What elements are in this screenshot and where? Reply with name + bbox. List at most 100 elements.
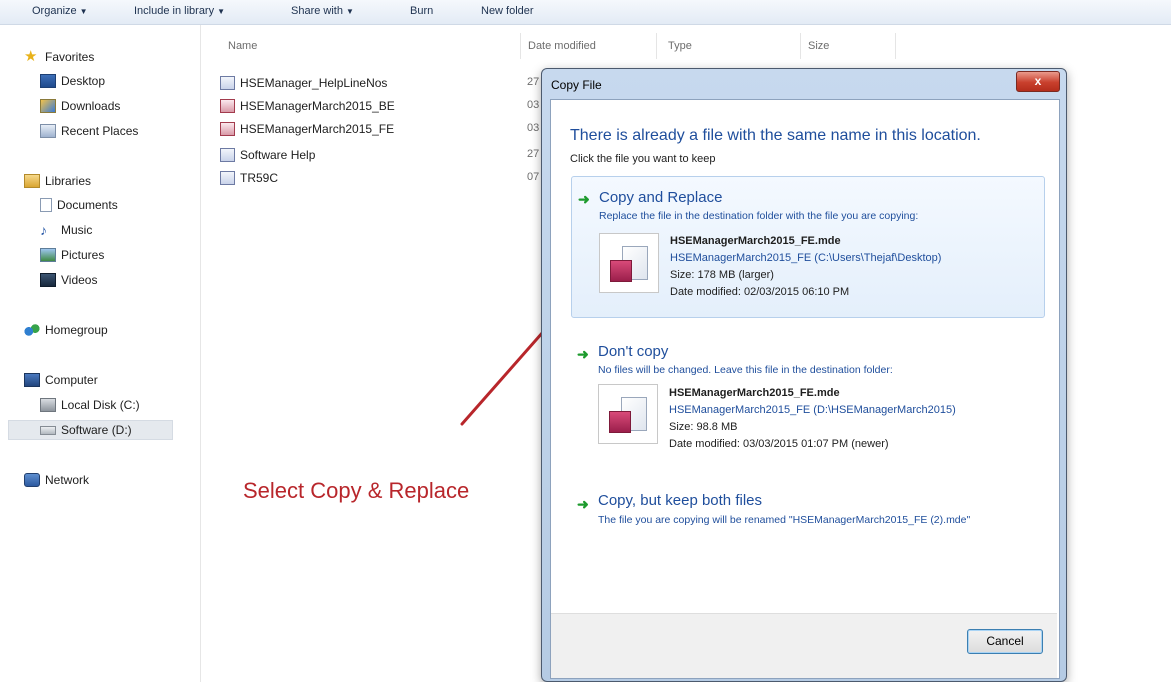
nav-favorites-label: Favorites xyxy=(45,50,95,64)
nav-videos[interactable]: Videos xyxy=(40,270,97,290)
column-divider[interactable] xyxy=(800,33,801,59)
option-title: Don't copy xyxy=(598,343,669,360)
nav-computer-label: Computer xyxy=(45,373,98,387)
navigation-pane: ★ Favorites Desktop Downloads Recent Pla… xyxy=(0,25,201,682)
green-arrow-icon: ➜ xyxy=(577,496,589,512)
nav-videos-label: Videos xyxy=(61,273,98,287)
videos-icon xyxy=(40,273,56,287)
option-description: No files will be changed. Leave this fil… xyxy=(598,364,893,376)
column-header-type[interactable]: Type xyxy=(668,40,692,52)
nav-homegroup[interactable]: Homegroup xyxy=(24,320,108,340)
computer-icon xyxy=(24,373,40,387)
nav-local-disk-label: Local Disk (C:) xyxy=(61,398,140,412)
nav-pictures[interactable]: Pictures xyxy=(40,245,104,265)
database-file-icon xyxy=(220,99,235,113)
file-name: HSEManager_HelpLineNos xyxy=(240,76,388,90)
nav-software-drive[interactable]: Software (D:) xyxy=(8,420,173,440)
nav-libraries-label: Libraries xyxy=(45,174,92,188)
share-with-menu[interactable]: Share with ▼ xyxy=(291,5,354,17)
nav-homegroup-label: Homegroup xyxy=(45,323,108,337)
column-header-size[interactable]: Size xyxy=(808,40,829,52)
green-arrow-icon: ➜ xyxy=(577,346,589,362)
command-bar: Organize ▼ Include in library ▼ Share with… xyxy=(0,0,1171,25)
file-date: 27 xyxy=(527,76,540,88)
file-name: HSEManagerMarch2015_FE xyxy=(240,122,395,136)
nav-software-drive-label: Software (D:) xyxy=(61,423,132,437)
nav-desktop[interactable]: Desktop xyxy=(40,71,105,91)
file-row[interactable]: Software Help xyxy=(220,146,315,164)
nav-downloads-label: Downloads xyxy=(61,99,121,113)
dialog-subheading: Click the file you want to keep xyxy=(570,153,716,165)
file-row[interactable]: HSEManagerMarch2015_BE xyxy=(220,97,395,115)
file-row[interactable]: HSEManager_HelpLineNos xyxy=(220,74,387,92)
dialog-heading: There is already a file with the same na… xyxy=(570,127,981,144)
nav-favorites[interactable]: ★ Favorites xyxy=(24,47,94,67)
copy-and-replace-option[interactable]: ➜ Copy and Replace Replace the file in t… xyxy=(571,176,1045,318)
option-description: Replace the file in the destination fold… xyxy=(599,210,919,222)
nav-documents[interactable]: Documents xyxy=(40,195,118,215)
file-name: TR59C xyxy=(240,171,279,185)
document-file-icon xyxy=(220,148,235,162)
nav-music-label: Music xyxy=(61,223,93,237)
file-row[interactable]: HSEManagerMarch2015_FE xyxy=(220,120,394,138)
key-graphic xyxy=(609,411,631,433)
organize-label: Organize xyxy=(32,5,77,17)
file-name: HSEManagerMarch2015_FE.mde xyxy=(669,387,840,399)
copy-file-dialog: Copy File x There is already a file with… xyxy=(541,68,1067,682)
file-name: HSEManagerMarch2015_FE.mde xyxy=(670,235,841,247)
desktop-icon xyxy=(40,74,56,88)
access-database-file-icon xyxy=(598,384,658,444)
homegroup-icon xyxy=(24,323,40,337)
column-header-date-modified[interactable]: Date modified xyxy=(528,40,596,52)
keep-both-files-option[interactable]: ➜ Copy, but keep both files The file you… xyxy=(571,492,1045,562)
dialog-body: There is already a file with the same na… xyxy=(550,99,1060,679)
file-path: HSEManagerMarch2015_FE (C:\Users\Thejaf\… xyxy=(670,252,942,264)
network-icon xyxy=(24,473,40,487)
documents-icon xyxy=(40,198,52,212)
nav-recent-places[interactable]: Recent Places xyxy=(40,121,138,141)
file-path: HSEManagerMarch2015_FE (D:\HSEManagerMar… xyxy=(669,404,956,416)
close-button[interactable]: x xyxy=(1016,71,1060,92)
file-row[interactable]: TR59C xyxy=(220,169,278,187)
nav-documents-label: Documents xyxy=(57,198,118,212)
drive-icon xyxy=(40,425,56,435)
column-header-name[interactable]: Name xyxy=(228,40,257,52)
new-folder-button[interactable]: New folder xyxy=(481,5,534,17)
option-description: The file you are copying will be renamed… xyxy=(598,514,971,526)
annotation-text: Select Copy & Replace xyxy=(243,478,470,503)
document-file-icon xyxy=(220,171,235,185)
green-arrow-icon: ➜ xyxy=(578,191,590,207)
file-size: Size: 178 MB (larger) xyxy=(670,269,774,281)
file-date: 27 xyxy=(527,148,540,160)
column-divider[interactable] xyxy=(656,33,657,59)
file-name: Software Help xyxy=(240,148,316,162)
nav-desktop-label: Desktop xyxy=(61,74,106,88)
nav-libraries[interactable]: Libraries xyxy=(24,171,91,191)
nav-music[interactable]: ♪ Music xyxy=(40,220,92,240)
nav-computer[interactable]: Computer xyxy=(24,370,98,390)
key-graphic xyxy=(610,260,632,282)
column-divider[interactable] xyxy=(520,33,521,59)
nav-local-disk[interactable]: Local Disk (C:) xyxy=(40,395,140,415)
drive-icon xyxy=(40,398,56,412)
document-file-icon xyxy=(220,76,235,90)
burn-button[interactable]: Burn xyxy=(410,5,433,17)
dropdown-caret-icon: ▼ xyxy=(217,7,226,16)
nav-pictures-label: Pictures xyxy=(61,248,105,262)
cancel-button[interactable]: Cancel xyxy=(967,629,1043,654)
file-date: 03 xyxy=(527,99,540,111)
include-in-library-menu[interactable]: Include in library ▼ xyxy=(134,5,225,17)
file-date-modified: Date modified: 02/03/2015 06:10 PM xyxy=(670,286,850,298)
dialog-footer: Cancel xyxy=(551,613,1057,678)
column-divider[interactable] xyxy=(895,33,896,59)
dropdown-caret-icon: ▼ xyxy=(79,7,88,16)
option-title: Copy, but keep both files xyxy=(598,492,762,509)
libraries-icon xyxy=(24,174,40,188)
file-name: HSEManagerMarch2015_BE xyxy=(240,99,395,113)
nav-network-label: Network xyxy=(45,473,90,487)
organize-menu[interactable]: Organize ▼ xyxy=(32,5,88,17)
file-date: 07 xyxy=(527,171,540,183)
dont-copy-option[interactable]: ➜ Don't copy No files will be changed. L… xyxy=(571,340,1045,480)
nav-network[interactable]: Network xyxy=(24,470,89,490)
nav-downloads[interactable]: Downloads xyxy=(40,96,120,116)
